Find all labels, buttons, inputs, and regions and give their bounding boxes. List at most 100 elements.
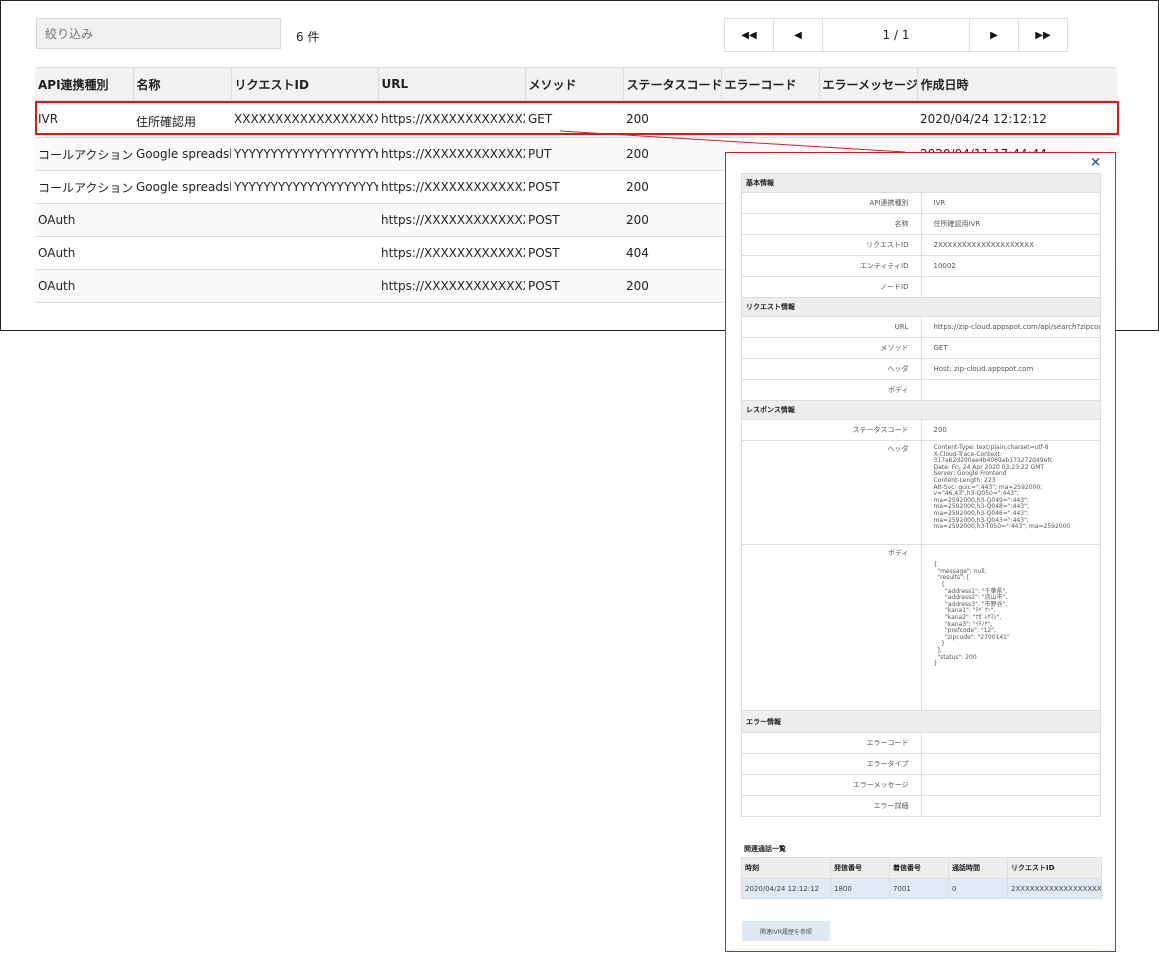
cell-name [133,269,231,303]
view-related-ivr-button[interactable]: 関連IVR履歴を参照 [742,921,830,941]
detail-row: メソッド GET [741,337,1101,359]
cell-request-id [231,203,378,237]
cell-request-id: XXXXXXXXXXXXXXXXXXXXX [231,100,378,138]
cell-status: 200 [623,100,721,138]
cell-name: Google spreadsh· [133,137,231,171]
field-value: IVR [920,192,1101,214]
cell-name [133,236,231,270]
table-row[interactable]: IVR 住所確認用 XXXXXXXXXXXXXXXXXXXXX https://… [35,100,1117,138]
col-header-error-code[interactable]: エラーコード [720,67,819,101]
cell-name: 住所確認用 [133,100,231,138]
first-page-button[interactable]: ◀◀ [725,19,774,51]
detail-row: エラータイプ [741,753,1101,775]
cell-method: POST [525,170,623,204]
col-header-request-id[interactable]: リクエストID [230,67,378,101]
cell-api-type: IVR [35,100,133,138]
field-value [920,795,1101,817]
cell-url: https://XXXXXXXXXXXXXX [378,170,525,204]
basic-info-table: 基本情報 API連携種別 IVR 名称 住所確認用IVR リクエストID 2XXXXX… [741,173,1101,817]
field-value: GET [920,337,1101,359]
cell-status: 200 [623,170,721,204]
cell-method: POST [525,203,623,237]
col-header-name[interactable]: 名称 [132,67,231,101]
table-header-row: API連携種別 名称 リクエストID URL メソッド ステータスコード エラー… [35,67,1117,101]
detail-row: エンティティID 10002 [741,255,1101,277]
field-value: https://zip-cloud.appspot.com/api/search… [920,316,1101,338]
related-calls-table: 時刻 発信番号 着信番号 通話時間 リクエストID 2020/04/24 12:… [741,857,1102,899]
detail-row: 名称 住所確認用IVR [741,213,1101,235]
detail-row: ボディ [741,379,1101,401]
prev-page-button[interactable]: ◀ [774,19,823,51]
cell-api-type: OAuth [35,236,133,270]
field-label: ノードID [741,276,922,298]
rel-col-callee: 着信番号 [889,857,949,879]
cell-api-type: OAuth [35,203,133,237]
result-count: 6 件 [296,30,320,44]
cell-request-id [231,236,378,270]
detail-row: ステータスコード 200 [741,419,1101,441]
page-info: 1 / 1 [823,19,970,51]
rel-col-time: 時刻 [741,857,831,879]
cell-url: https://XXXXXXXXXXXXXX [378,269,525,303]
field-label: ボディ [741,544,922,711]
cell-api-type: OAuth [35,269,133,303]
cell-status: 200 [623,137,721,171]
cell-name: Google spreadsh· [133,170,231,204]
field-label: ステータスコード [741,419,922,441]
response-body-text: { "message": null, "results": [ { "addre… [933,561,1010,668]
cell-status: 404 [623,236,721,270]
cell-method: PUT [525,137,623,171]
field-value: Host: zip-cloud.appspot.com [920,358,1101,380]
field-value: 住所確認用IVR [920,213,1101,235]
close-icon[interactable]: × [1090,155,1101,170]
detail-row: ボディ { "message": null, "results": [ { "a… [741,544,1101,711]
col-header-api-type[interactable]: API連携種別 [35,67,133,101]
col-header-created-at[interactable]: 作成日時 [916,67,1117,101]
cell-status: 200 [623,269,721,303]
rel-cell-duration: 0 [948,878,1008,899]
cell-status: 200 [623,203,721,237]
pagination: ◀◀ ◀ 1 / 1 ▶ ▶▶ [724,18,1068,52]
field-label: 名称 [741,213,922,235]
col-header-url[interactable]: URL [377,67,525,101]
next-page-button[interactable]: ▶ [970,19,1019,51]
field-value: 2XXXXXXXXXXXXXXXXXXXX [920,234,1101,256]
section-header-request: リクエスト情報 [741,297,1101,317]
detail-row: エラー詳細 [741,795,1101,817]
cell-method: GET [525,100,623,138]
detail-row: エラーコード [741,732,1101,754]
detail-row: API連携種別 IVR [741,192,1101,214]
filter-input[interactable] [36,18,281,49]
field-value: 10002 [920,255,1101,277]
col-header-error-message[interactable]: エラーメッセージ [818,67,917,101]
related-calls-title: 関連通話一覧 [744,845,786,853]
field-label: エラーコード [741,732,922,754]
rel-col-caller: 発信番号 [830,857,890,879]
field-label: URL [741,316,922,338]
field-label: エラータイプ [741,753,922,775]
rel-col-request-id: リクエストID [1007,857,1102,879]
cell-request-id: YYYYYYYYYYYYYYYYYYYYY [231,170,378,204]
field-value [920,774,1101,796]
table-row[interactable]: 2020/04/24 12:12:12 1800 7001 0 2XXXXXXX… [741,878,1102,899]
field-value [920,732,1101,754]
related-header-row: 時刻 発信番号 着信番号 通話時間 リクエストID [741,857,1102,879]
detail-row: ヘッダ Content-Type: text/plain;charset=utf… [741,440,1101,545]
cell-request-id [231,269,378,303]
field-label: ヘッダ [741,358,922,380]
section-header-error: エラー情報 [741,710,1101,733]
detail-row: リクエストID 2XXXXXXXXXXXXXXXXXXXX [741,234,1101,256]
last-page-button[interactable]: ▶▶ [1019,19,1067,51]
cell-error-message [819,100,917,138]
col-header-status-code[interactable]: ステータスコード [622,67,721,101]
field-label: メソッド [741,337,922,359]
cell-error-code [721,100,819,138]
col-header-method[interactable]: メソッド [524,67,623,101]
rel-cell-request-id: 2XXXXXXXXXXXXXXXXXXXX [1007,878,1102,899]
rel-cell-caller: 1800 [830,878,890,899]
cell-url: https://XXXXXXXXXXXXXX [378,100,525,138]
detail-row: ノードID [741,276,1101,298]
rel-col-duration: 通話時間 [948,857,1008,879]
field-label: ヘッダ [741,440,922,545]
field-value [920,753,1101,775]
